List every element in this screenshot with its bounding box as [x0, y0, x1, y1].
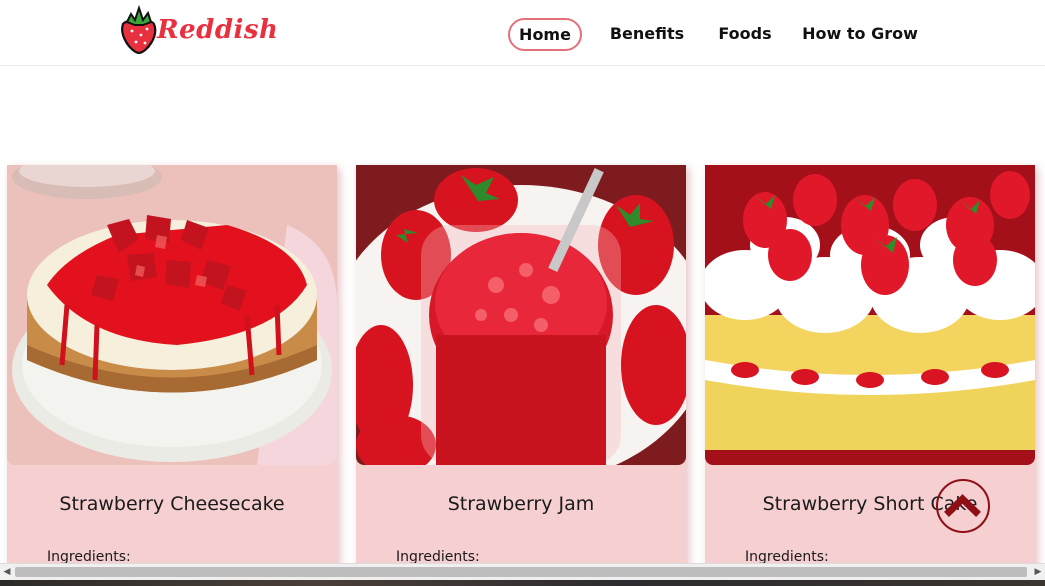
strawberry-cheesecake-image	[7, 165, 337, 465]
card-title: Strawberry Jam	[447, 493, 595, 515]
back-to-top-button[interactable]	[936, 479, 990, 533]
food-card: Strawberry Jam Ingredients:	[356, 165, 686, 570]
strawberry-jam-image	[356, 165, 686, 465]
food-card: Strawberry Cheesecake Ingredients:	[7, 165, 337, 570]
logo-text: Reddish	[157, 15, 279, 45]
page-bottom-edge	[0, 580, 1045, 586]
site-header: Reddish Home Benefits Foods How to Grow	[0, 0, 1045, 66]
nav-foods[interactable]: Foods	[710, 18, 780, 50]
scrollbar-thumb[interactable]	[15, 567, 1027, 577]
strawberry-shortcake-image	[705, 165, 1035, 465]
nav-home[interactable]: Home	[508, 18, 582, 51]
nav-how-to-grow[interactable]: How to Grow	[800, 18, 920, 50]
nav-benefits[interactable]: Benefits	[602, 18, 692, 50]
chevron-up-icon	[944, 494, 981, 517]
arrow-left-icon[interactable]: ◀	[0, 564, 14, 580]
strawberry-icon	[121, 4, 157, 54]
arrow-right-icon[interactable]: ▶	[1031, 564, 1045, 580]
card-title: Strawberry Cheesecake	[59, 493, 285, 515]
horizontal-scrollbar[interactable]: ◀ ▶	[0, 563, 1045, 580]
logo[interactable]: Reddish	[117, 4, 279, 56]
